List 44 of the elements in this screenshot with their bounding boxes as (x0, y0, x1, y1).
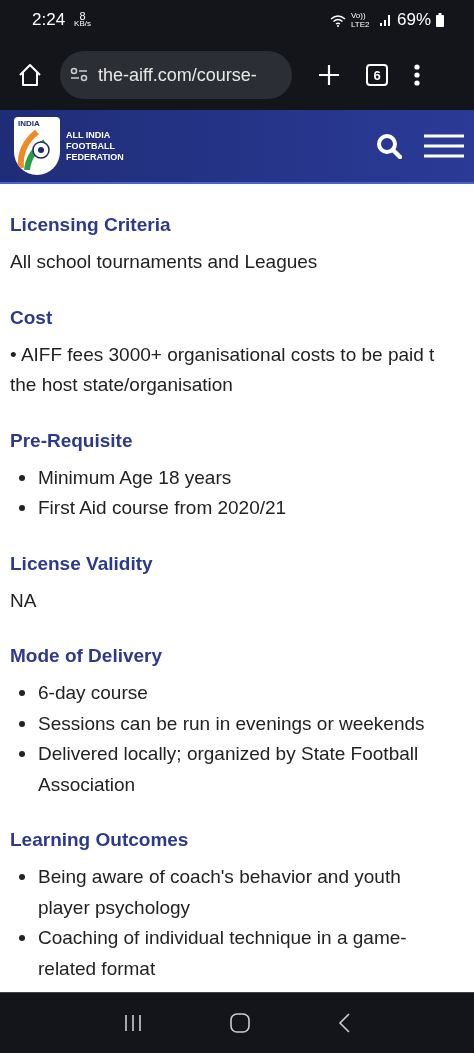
list-item: Coaching of individual technique in a game- related format (38, 926, 407, 981)
list-item: Being aware of coach's behavior and youth player psychology (38, 865, 401, 920)
menu-icon[interactable] (424, 134, 464, 158)
body-text: All school tournaments and Leagues (10, 250, 319, 274)
home-button-icon[interactable] (230, 1013, 250, 1033)
bullet-icon (19, 874, 25, 880)
list-item: Minimum Age 18 years (38, 465, 232, 490)
body-text: NA (10, 588, 38, 613)
section-heading: Learning Outcomes (10, 828, 190, 852)
network-speed: 8 KB/s (74, 12, 91, 28)
new-tab-icon[interactable] (318, 64, 340, 86)
bullet-icon (19, 690, 25, 696)
section-heading: Licensing Criteria (10, 213, 172, 237)
network-type: Vo)) LTE2 (350, 11, 371, 29)
list-item: First Aid course from 2020/21 (38, 496, 287, 520)
battery-icon (436, 13, 444, 27)
status-time: 2:24 (32, 10, 66, 30)
bullet-icon (19, 751, 25, 757)
section-heading: Pre-Requisite (10, 428, 134, 453)
section-heading: License Validity (10, 551, 154, 576)
bullet-icon (19, 935, 25, 941)
body-text: the host state/organisation (10, 373, 234, 397)
federation-name[interactable]: ALL INDIA FOOTBALL FEDERATION (66, 129, 124, 163)
search-icon[interactable] (376, 133, 402, 159)
wifi-icon (329, 13, 346, 27)
list-item: Delivered locally; organized by State Football Association (38, 742, 419, 797)
body-text: • AIFF fees 3000+ organisational costs to be paid t (10, 342, 436, 367)
home-icon[interactable] (18, 63, 42, 87)
section-heading: Mode of Delivery (10, 644, 164, 668)
signal-icon (379, 14, 392, 26)
tab-count-button[interactable]: 6 (366, 64, 388, 86)
section-heading: Cost (10, 305, 54, 330)
back-icon[interactable] (338, 1013, 350, 1033)
list-item: Sessions can be run in evenings or weekends (38, 711, 425, 736)
recent-apps-icon[interactable] (124, 1014, 142, 1032)
address-bar[interactable]: the-aiff.com/course- (60, 51, 292, 99)
list-item: 6-day course (38, 681, 148, 705)
bullet-icon (19, 505, 25, 511)
battery-level: 69% (396, 10, 431, 30)
bullet-icon (19, 474, 25, 481)
site-settings-icon[interactable] (70, 67, 88, 83)
more-menu-icon[interactable] (414, 64, 420, 86)
bullet-icon (19, 720, 25, 727)
shield-logo[interactable]: INDIA (14, 117, 60, 175)
